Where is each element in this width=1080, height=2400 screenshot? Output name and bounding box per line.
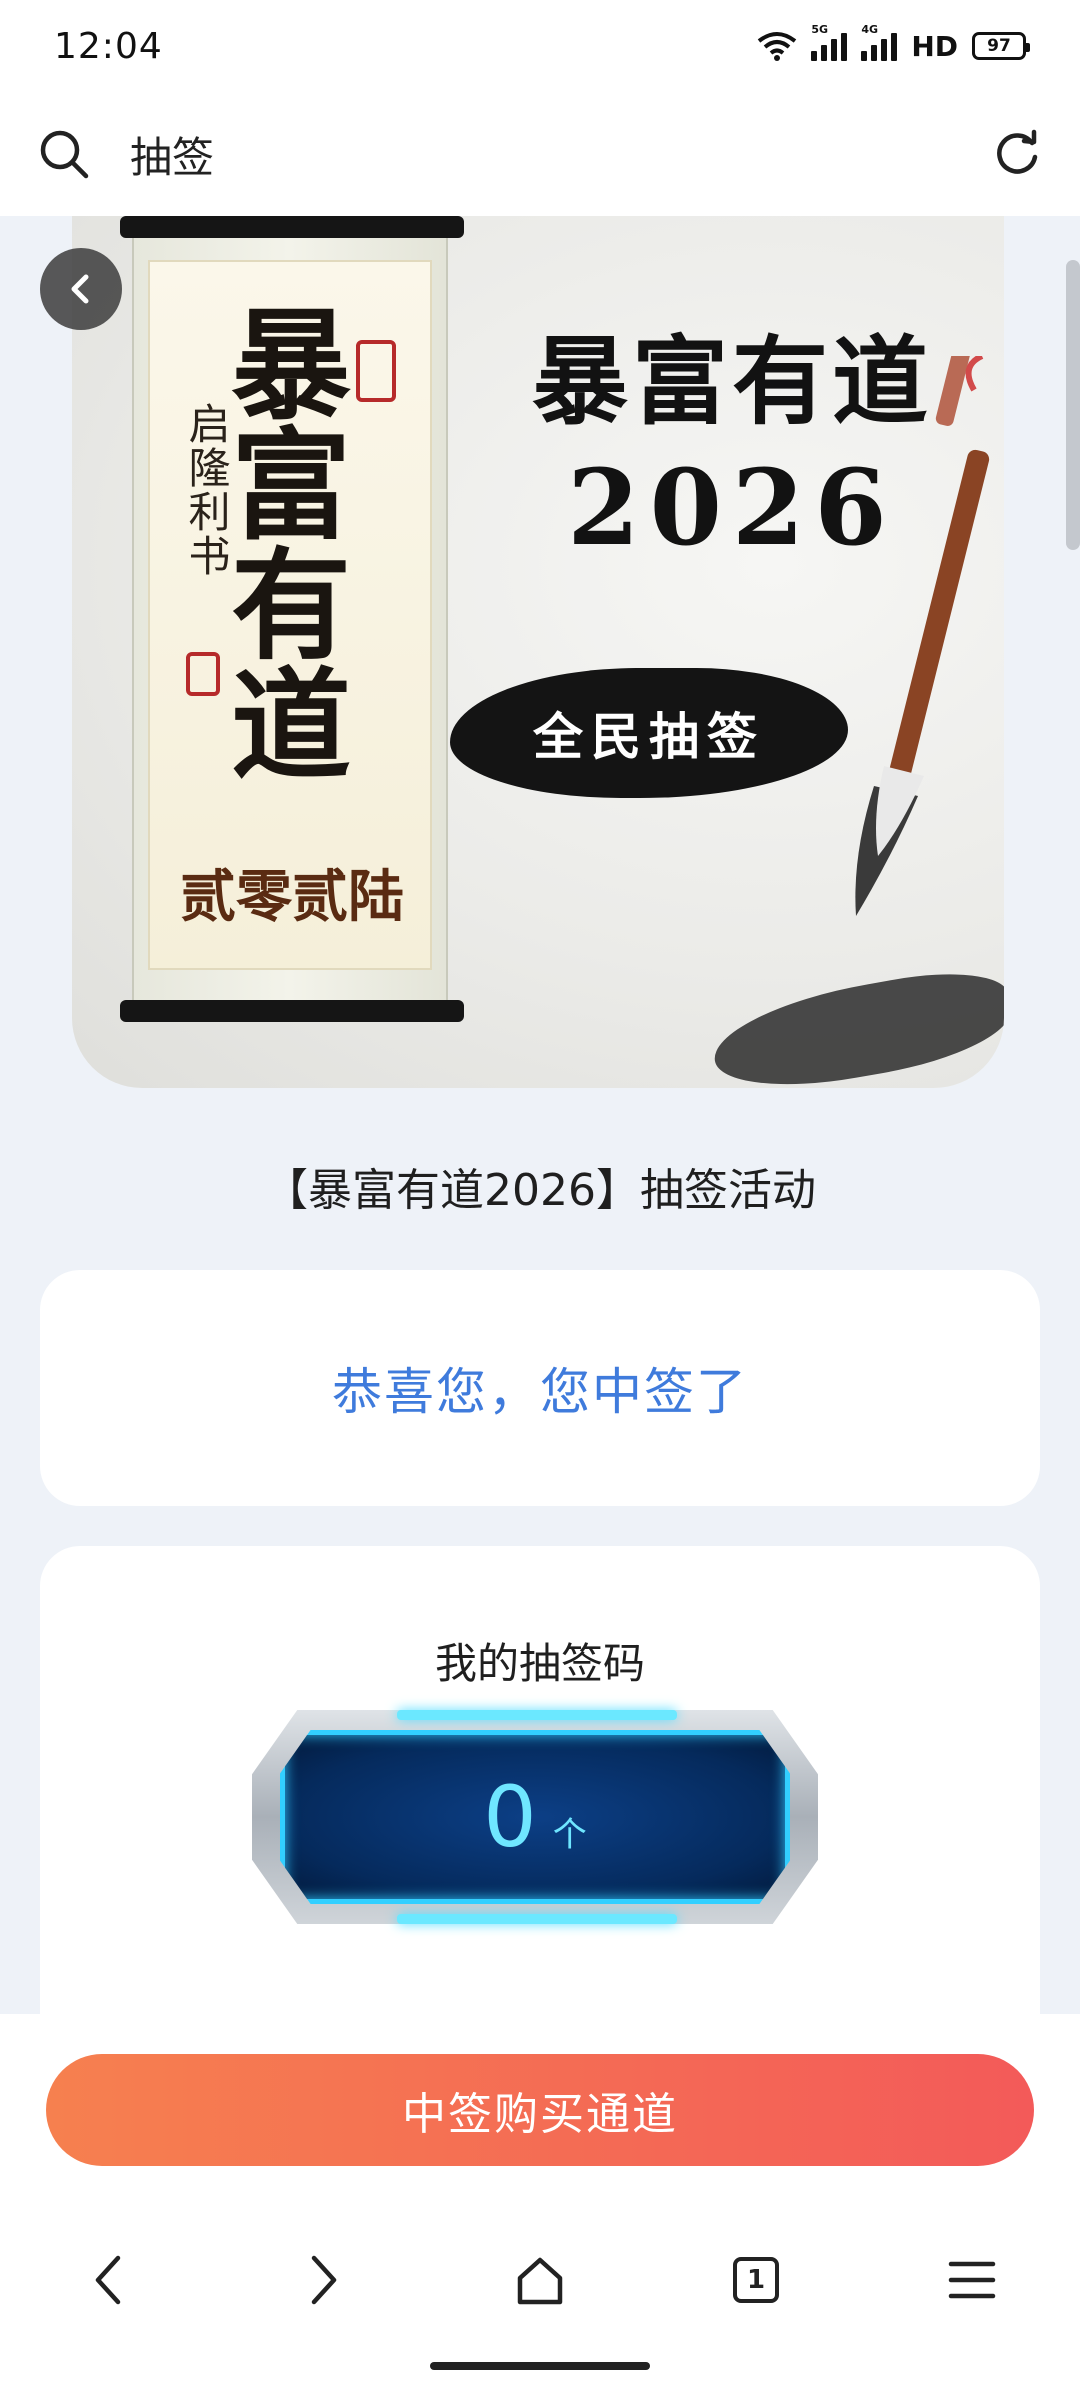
ink-badge: 全民抽签 (450, 668, 848, 798)
battery-level: 97 (987, 36, 1011, 56)
scroll-main-text: 暴富有道 (210, 302, 351, 782)
battery-icon: 97 (972, 32, 1030, 60)
activity-title: 【暴富有道2026】抽签活动 (264, 1165, 816, 1216)
purchase-button[interactable]: 中签购买通道 (46, 2054, 1034, 2166)
status-time: 12:04 (54, 25, 163, 67)
hanging-scroll: 暴富有道 启隆利书 贰零贰陆 (120, 216, 464, 1022)
net-tag-5g: 5G (811, 23, 828, 36)
scroll-paper: 暴富有道 启隆利书 贰零贰陆 (148, 260, 432, 970)
signal-4g-icon: 4G (861, 23, 898, 61)
search-bar[interactable]: 抽签 (0, 92, 1080, 216)
search-icon[interactable] (38, 128, 90, 180)
buy-area: 中签购买通道 (0, 2014, 1080, 2196)
forward-icon (311, 2255, 337, 2305)
code-unit: 个 (552, 1814, 587, 1855)
result-card: 恭喜您，您中签了 (40, 1270, 1040, 1506)
scroll-rod-bottom (120, 1000, 464, 1022)
screen: 12:04 5G 4G HD 97 抽签 暴富有道 启隆利书 贰零贰陆 暴富有道… (0, 0, 1080, 2400)
lottery-code-card: 我的抽签码 0 个 (40, 1546, 1040, 2014)
page-content: 暴富有道 启隆利书 贰零贰陆 暴富有道 2026 全民抽签 【暴富有道2026】… (0, 216, 1080, 2014)
refresh-icon[interactable] (992, 129, 1042, 179)
status-bar: 12:04 5G 4G HD 97 (0, 0, 1080, 92)
bottom-nav: 1 (0, 2196, 1080, 2400)
seal-stamp (356, 340, 396, 402)
nav-back-button[interactable] (60, 2232, 156, 2328)
signal-5g-icon: 5G (811, 23, 848, 61)
seal-stamp-small (186, 652, 220, 696)
status-icons: 5G 4G HD 97 (757, 23, 1030, 63)
back-button[interactable] (40, 248, 122, 330)
nav-forward-button[interactable] (276, 2232, 372, 2328)
page-scrollbar[interactable] (1066, 260, 1080, 550)
scroll-rod-top (120, 216, 464, 238)
tab-count: 1 (746, 2265, 766, 2295)
home-indicator[interactable] (430, 2362, 650, 2370)
nav-home-button[interactable] (492, 2232, 588, 2328)
gauge-glow-bottom (397, 1914, 677, 1924)
brush-icon (855, 356, 990, 916)
lottery-code-label: 我的抽签码 (434, 1639, 645, 1688)
banner-image: 暴富有道 启隆利书 贰零贰陆 暴富有道 2026 全民抽签 (72, 216, 1004, 1088)
gauge-glow-top (397, 1710, 677, 1720)
ink-smudge (706, 960, 1004, 1088)
search-query[interactable]: 抽签 (130, 124, 992, 185)
scroll-year-text: 贰零贰陆 (180, 864, 404, 930)
chevron-left-icon (71, 274, 89, 304)
nav-tabs-button[interactable]: 1 (708, 2232, 804, 2328)
net-tag-4g: 4G (861, 23, 878, 36)
back-icon (95, 2255, 121, 2305)
home-icon (517, 2257, 563, 2305)
menu-icon (948, 2261, 996, 2299)
result-text: 恭喜您，您中签了 (332, 1363, 748, 1421)
wifi-icon (758, 32, 797, 61)
code-gauge-screen: 0 个 (280, 1730, 790, 1904)
tabs-icon: 1 (733, 2257, 779, 2303)
nav-menu-button[interactable] (924, 2232, 1020, 2328)
code-count: 0 (483, 1768, 537, 1866)
scroll-side-text: 启隆利书 (182, 402, 231, 578)
hd-label: HD (911, 29, 958, 63)
